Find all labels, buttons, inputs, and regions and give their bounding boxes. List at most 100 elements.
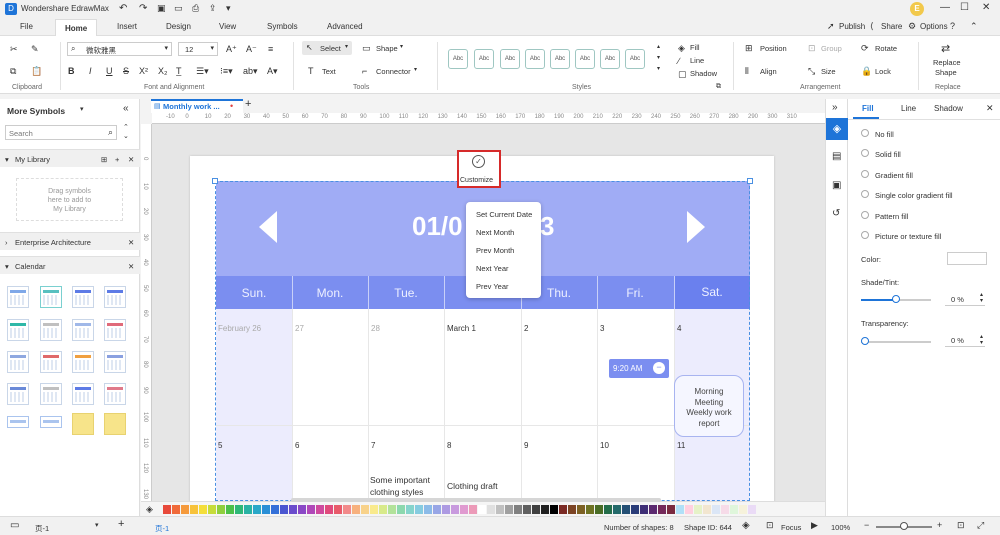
color-swatch[interactable]	[649, 505, 657, 514]
decrease-font-icon[interactable]: A⁻	[246, 44, 257, 54]
style-swatch[interactable]: Abc	[625, 49, 645, 69]
calendar-template[interactable]	[104, 351, 126, 373]
zoom-slider-thumb[interactable]	[900, 522, 908, 530]
color-swatch[interactable]	[307, 505, 315, 514]
open-icon[interactable]: ▭	[174, 3, 183, 14]
avatar[interactable]: E	[910, 2, 924, 16]
color-swatch[interactable]	[343, 505, 351, 514]
collapse-panel-icon[interactable]: «	[123, 103, 129, 114]
color-swatch[interactable]	[685, 505, 693, 514]
color-swatch[interactable]	[496, 505, 504, 514]
color-swatch[interactable]	[631, 505, 639, 514]
color-swatch[interactable]	[244, 505, 252, 514]
maximize-icon[interactable]: ☐	[960, 2, 969, 13]
export-icon[interactable]: ⇪	[209, 3, 217, 14]
replace-shape-icon[interactable]: ⇄	[941, 44, 950, 55]
add-library-icon[interactable]: +	[115, 155, 119, 164]
calendar-template[interactable]	[7, 383, 29, 405]
search-icon[interactable]: ⌕	[108, 127, 113, 138]
color-swatch[interactable]	[559, 505, 567, 514]
save-icon[interactable]: ▣	[157, 3, 166, 14]
radio-picture-fill[interactable]	[861, 231, 869, 239]
transparency-spinbox[interactable]: 0 %	[945, 335, 985, 347]
italic-icon[interactable]: I	[89, 66, 92, 76]
style-swatch[interactable]: Abc	[474, 49, 494, 69]
option-single-gradient[interactable]: Single color gradient fill	[875, 191, 953, 200]
options-button[interactable]: Options	[920, 22, 948, 31]
size-button[interactable]: Size	[821, 67, 836, 76]
color-swatch[interactable]	[514, 505, 522, 514]
radio-pattern-fill[interactable]	[861, 211, 869, 219]
color-swatch[interactable]	[406, 505, 414, 514]
fit-page-icon[interactable]: ⊡	[957, 520, 965, 531]
shape-button[interactable]: Shape	[376, 44, 398, 53]
calendar-template[interactable]	[40, 286, 62, 308]
color-swatch[interactable]	[253, 505, 261, 514]
menu-item-set-current-date[interactable]: Set Current Date	[476, 210, 532, 219]
color-swatch[interactable]	[739, 505, 747, 514]
color-swatch[interactable]	[370, 505, 378, 514]
fill-bucket-icon[interactable]: ◈	[146, 504, 153, 515]
color-swatch[interactable]	[379, 505, 387, 514]
zoom-in-icon[interactable]: +	[937, 520, 942, 530]
group-button[interactable]: Group	[821, 44, 842, 53]
increase-font-icon[interactable]: A⁺	[226, 44, 237, 54]
spin-icon[interactable]: ▴ ▾	[980, 334, 983, 346]
customize-button[interactable]: ✓ Customize	[457, 150, 501, 188]
calendar-template[interactable]	[40, 351, 62, 373]
underline-icon[interactable]: U	[106, 66, 113, 76]
color-swatch[interactable]	[289, 505, 297, 514]
color-swatch[interactable]	[748, 505, 756, 514]
page-view-icon[interactable]: ▭	[10, 520, 19, 531]
horizontal-scrollbar[interactable]	[291, 498, 661, 502]
color-swatch[interactable]	[658, 505, 666, 514]
color-picker[interactable]	[947, 252, 987, 265]
calendar-template[interactable]	[7, 351, 29, 373]
font-color-line-icon[interactable]: T̲	[176, 66, 182, 76]
library-drop-zone[interactable]: Drag symbols here to add to My Library	[16, 178, 123, 221]
minimize-icon[interactable]: —	[940, 2, 950, 13]
menu-item-prev-year[interactable]: Prev Year	[476, 282, 509, 291]
color-swatch[interactable]	[172, 505, 180, 514]
select-button[interactable]: ↖ Select ▾	[302, 41, 352, 55]
shadow-button[interactable]: Shadow	[690, 69, 717, 78]
page-tab[interactable]: 页-1	[155, 523, 169, 534]
print-icon[interactable]: ⎙	[192, 3, 199, 14]
strikethrough-icon[interactable]: S	[123, 66, 129, 76]
color-swatch[interactable]	[487, 505, 495, 514]
presentation-panel-icon[interactable]: ▣	[832, 180, 841, 191]
menu-view[interactable]: View	[219, 22, 236, 31]
zoom-slider[interactable]	[876, 522, 932, 530]
transparency-slider-track[interactable]	[861, 337, 931, 345]
color-swatch[interactable]	[478, 505, 486, 514]
radio-no-fill[interactable]	[861, 129, 869, 137]
calendar-template[interactable]	[72, 286, 94, 308]
focus-button[interactable]: Focus	[781, 523, 801, 532]
color-swatch[interactable]	[694, 505, 702, 514]
styles-more-icon[interactable]: ▾	[657, 65, 660, 72]
color-swatch[interactable]	[604, 505, 612, 514]
text-tool-icon[interactable]: T	[308, 66, 314, 76]
color-swatch[interactable]	[586, 505, 594, 514]
style-swatch[interactable]: Abc	[525, 49, 545, 69]
help-icon[interactable]: ?	[950, 21, 955, 31]
transparency-slider-thumb[interactable]	[861, 337, 869, 345]
color-swatch[interactable]	[568, 505, 576, 514]
style-swatch[interactable]: Abc	[600, 49, 620, 69]
close-window-icon[interactable]: ✕	[982, 2, 990, 13]
redo-icon[interactable]: ↷	[139, 3, 147, 14]
layers-icon[interactable]: ◈	[742, 520, 750, 531]
menu-symbols[interactable]: Symbols	[267, 22, 298, 31]
close-icon[interactable]: ✕	[128, 238, 134, 247]
color-swatch[interactable]	[541, 505, 549, 514]
align-button[interactable]: Align	[760, 67, 777, 76]
color-swatch[interactable]	[505, 505, 513, 514]
text-button[interactable]: Text	[322, 67, 336, 76]
menu-item-prev-month[interactable]: Prev Month	[476, 246, 514, 255]
play-icon[interactable]: ▶	[811, 520, 818, 531]
document-tab[interactable]: ▤ Monthly work ... •	[151, 99, 243, 113]
color-swatch[interactable]	[469, 505, 477, 514]
color-swatch[interactable]	[640, 505, 648, 514]
calendar-template[interactable]	[40, 383, 62, 405]
sticky-note-template[interactable]	[104, 413, 126, 435]
